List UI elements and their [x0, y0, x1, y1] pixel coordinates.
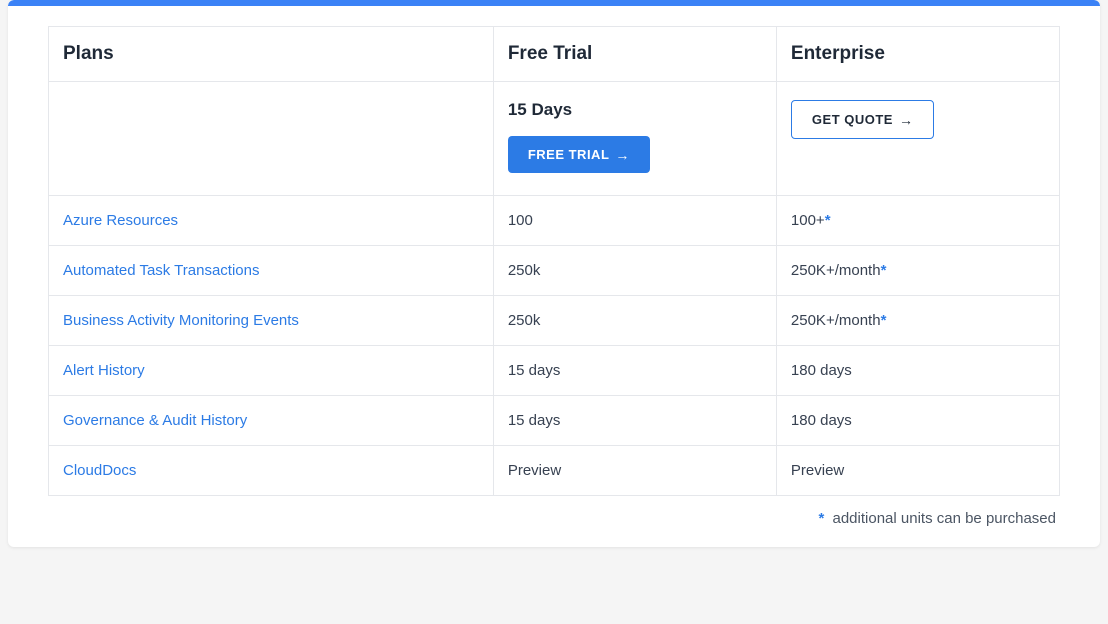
pricing-table: Plans Free Trial Enterprise 15 Days FREE…: [48, 26, 1060, 496]
feature-link[interactable]: Azure Resources: [63, 212, 178, 229]
enterprise-value: 250K+/month: [791, 262, 881, 279]
trial-days-label: 15 Days: [508, 100, 762, 120]
free-trial-button-label: FREE TRIAL: [528, 147, 610, 162]
footnote: * additional units can be purchased: [48, 510, 1060, 527]
enterprise-value: 180 days: [791, 412, 852, 429]
header-plans: Plans: [49, 27, 494, 82]
feature-link[interactable]: Automated Task Transactions: [63, 262, 260, 279]
arrow-right-icon: →: [615, 148, 630, 162]
feature-cell: Automated Task Transactions: [49, 246, 494, 296]
get-quote-button[interactable]: GET QUOTE →: [791, 100, 935, 139]
trial-cell: 15 days: [493, 396, 776, 446]
trial-cell: 100: [493, 196, 776, 246]
table-row: Alert History 15 days 180 days: [49, 346, 1060, 396]
feature-link[interactable]: Governance & Audit History: [63, 412, 247, 429]
enterprise-cell: 250K+/month*: [776, 246, 1059, 296]
table-row: Governance & Audit History 15 days 180 day…: [49, 396, 1060, 446]
table-row: CloudDocs Preview Preview: [49, 446, 1060, 496]
feature-cell: Governance & Audit History: [49, 396, 494, 446]
enterprise-cell: 100+*: [776, 196, 1059, 246]
enterprise-value: 250K+/month: [791, 312, 881, 329]
enterprise-value: 180 days: [791, 362, 852, 379]
feature-cell: Alert History: [49, 346, 494, 396]
asterisk-icon: *: [825, 212, 831, 229]
feature-cell: Business Activity Monitoring Events: [49, 296, 494, 346]
trial-cell: Preview: [493, 446, 776, 496]
cta-trial-cell: 15 Days FREE TRIAL →: [493, 82, 776, 196]
arrow-right-icon: →: [899, 113, 914, 127]
cta-row: 15 Days FREE TRIAL → GET QUOTE →: [49, 82, 1060, 196]
feature-cell: CloudDocs: [49, 446, 494, 496]
table-row: Business Activity Monitoring Events250k2…: [49, 296, 1060, 346]
feature-link[interactable]: Alert History: [63, 362, 145, 379]
asterisk-icon: *: [881, 262, 887, 279]
pricing-card: Plans Free Trial Enterprise 15 Days FREE…: [8, 0, 1100, 547]
footnote-marker: *: [818, 510, 824, 527]
header-trial: Free Trial: [493, 27, 776, 82]
trial-cell: 15 days: [493, 346, 776, 396]
table-container: Plans Free Trial Enterprise 15 Days FREE…: [8, 6, 1100, 547]
cta-empty-cell: [49, 82, 494, 196]
enterprise-cell: 180 days: [776, 396, 1059, 446]
feature-link[interactable]: CloudDocs: [63, 462, 136, 479]
table-row: Automated Task Transactions250k250K+/mon…: [49, 246, 1060, 296]
header-row: Plans Free Trial Enterprise: [49, 27, 1060, 82]
table-row: Azure Resources100100+*: [49, 196, 1060, 246]
footnote-text: additional units can be purchased: [833, 510, 1057, 527]
get-quote-button-label: GET QUOTE: [812, 112, 893, 127]
trial-cell: 250k: [493, 246, 776, 296]
feature-link[interactable]: Business Activity Monitoring Events: [63, 312, 299, 329]
free-trial-button[interactable]: FREE TRIAL →: [508, 136, 650, 173]
header-enterprise: Enterprise: [776, 27, 1059, 82]
enterprise-cell: 180 days: [776, 346, 1059, 396]
cta-enterprise-cell: GET QUOTE →: [776, 82, 1059, 196]
enterprise-value: Preview: [791, 462, 844, 479]
trial-cell: 250k: [493, 296, 776, 346]
enterprise-cell: Preview: [776, 446, 1059, 496]
feature-cell: Azure Resources: [49, 196, 494, 246]
enterprise-value: 100+: [791, 212, 825, 229]
asterisk-icon: *: [881, 312, 887, 329]
enterprise-cell: 250K+/month*: [776, 296, 1059, 346]
